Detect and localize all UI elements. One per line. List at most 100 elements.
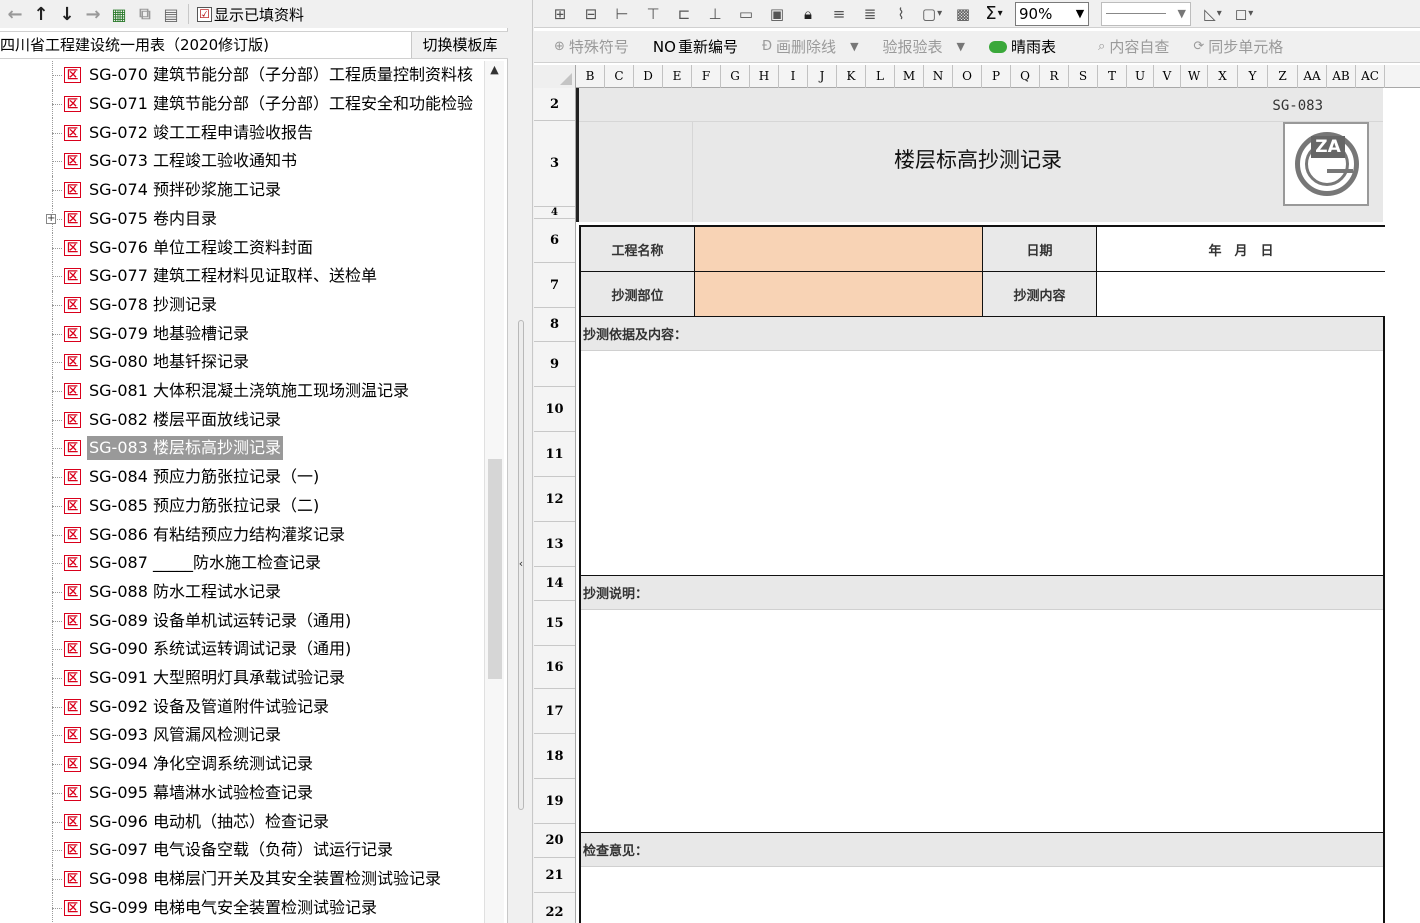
save-icon[interactable]: ▣: [765, 3, 789, 25]
tree-item[interactable]: 区 SG-087 _____防水施工检查记录: [0, 548, 484, 578]
row-header-cell[interactable]: 15: [534, 601, 575, 646]
tree-item[interactable]: 区 SG-077 建筑工程材料见证取样、送检单: [0, 261, 484, 291]
align-left-icon[interactable]: ⊏: [672, 3, 696, 25]
form-title[interactable]: 楼层标高抄测记录: [693, 144, 1263, 174]
image-icon[interactable]: ▢: [920, 3, 944, 25]
date-input[interactable]: 年 月 日: [1097, 227, 1385, 272]
tree-item[interactable]: 区 SG-082 楼层平面放线记录: [0, 405, 484, 435]
grid-add-icon[interactable]: ▦: [106, 2, 132, 26]
row-header-cell[interactable]: 20: [534, 824, 575, 858]
tree-item[interactable]: 区 SG-092 设备及管道附件试验记录: [0, 692, 484, 722]
row-header-cell[interactable]: 11: [534, 432, 575, 477]
tree-item[interactable]: 区 SG-089 设备单机试运转记录（通用): [0, 606, 484, 635]
border-box-icon[interactable]: ◻: [1232, 3, 1256, 25]
split-cells-icon[interactable]: ⊟: [579, 3, 603, 25]
column-header-cell[interactable]: J: [808, 65, 837, 88]
line-style-select[interactable]: ▼: [1101, 1, 1191, 26]
column-header-cell[interactable]: AA: [1298, 65, 1327, 88]
tree-item[interactable]: 区 SG-073 工程竣工验收通知书: [0, 147, 484, 176]
basis-input-area[interactable]: [581, 351, 1383, 576]
row-header-cell[interactable]: 6: [534, 219, 575, 263]
weather-table-button[interactable]: 晴雨表: [989, 36, 1056, 57]
row-header-cell[interactable]: 3: [534, 121, 575, 207]
column-header-cell[interactable]: D: [634, 65, 663, 88]
row-header-cell[interactable]: 9: [534, 342, 575, 387]
tree-item[interactable]: 区 SG-071 建筑节能分部（子分部）工程安全和功能检验: [0, 89, 484, 119]
tree-item[interactable]: 区 SG-083 楼层标高抄测记录: [0, 434, 484, 463]
tree-item[interactable]: 区 SG-079 地基验槽记录: [0, 319, 484, 348]
outdent-icon[interactable]: ≣: [858, 3, 882, 25]
survey-location-input[interactable]: [695, 272, 983, 317]
column-header-cell[interactable]: T: [1098, 65, 1127, 88]
column-header-cell[interactable]: N: [924, 65, 953, 88]
column-header-cell[interactable]: G: [721, 65, 750, 88]
column-header-cell[interactable]: P: [982, 65, 1011, 88]
chevron-down-icon[interactable]: ▼: [1072, 7, 1088, 20]
back-arrow-icon[interactable]: ←: [2, 2, 28, 26]
tree-item[interactable]: 区 SG-081 大体积混凝土浇筑施工现场测温记录: [0, 376, 484, 406]
content-check-button[interactable]: ⌕ 内容自查: [1098, 36, 1169, 57]
tree-item[interactable]: 区 SG-074 预拌砂浆施工记录: [0, 175, 484, 205]
column-header-cell[interactable]: Y: [1238, 65, 1268, 88]
merge-cells-icon[interactable]: ⊞: [548, 3, 572, 25]
tree-item[interactable]: 区 SG-072 竣工工程申请验收报告: [0, 118, 484, 148]
row-header-cell[interactable]: 13: [534, 522, 575, 567]
checkbox-icon[interactable]: ☑: [197, 6, 212, 22]
verify-table-button[interactable]: 验报验表 ▼: [883, 36, 965, 57]
tree-item[interactable]: 区 SG-091 大型照明灯具承载试验记录: [0, 663, 484, 693]
row-header-cell[interactable]: 16: [534, 646, 575, 689]
row-header-cell[interactable]: 17: [534, 689, 575, 734]
column-header-cell[interactable]: U: [1127, 65, 1154, 88]
column-header-cell[interactable]: AC: [1356, 65, 1385, 88]
border-diagonal-icon[interactable]: ◺: [1201, 3, 1225, 25]
scrollbar-thumb[interactable]: [488, 459, 502, 679]
chevron-down-icon[interactable]: ▼: [850, 40, 858, 53]
row-header-cell[interactable]: 10: [534, 387, 575, 432]
column-header-cell[interactable]: S: [1069, 65, 1098, 88]
zoom-select[interactable]: 90% ▼: [1015, 1, 1089, 26]
align-center-icon[interactable]: ⊥: [703, 3, 727, 25]
row-header-cell[interactable]: 4: [534, 207, 575, 219]
special-symbol-button[interactable]: ⊕ 特殊符号: [554, 36, 629, 57]
indent-icon[interactable]: ≡: [827, 3, 851, 25]
row-header-cell[interactable]: 8: [534, 308, 575, 342]
down-arrow-icon[interactable]: ↓: [54, 2, 80, 26]
collapse-left-icon[interactable]: ‹: [515, 556, 527, 572]
row-header-cell[interactable]: 21: [534, 858, 575, 893]
tree-item[interactable]: 区 SG-088 防水工程试水记录: [0, 577, 484, 607]
up-arrow-icon[interactable]: ↑: [28, 2, 54, 26]
sheet-icon[interactable]: ▤: [158, 2, 184, 26]
column-header-cell[interactable]: W: [1181, 65, 1208, 88]
renumber-button[interactable]: NO 重新编号: [653, 36, 738, 57]
tree-item[interactable]: 区 SG-098 电梯层门开关及其安全装置检测试验记录: [0, 864, 484, 894]
column-header-cell[interactable]: O: [953, 65, 982, 88]
forward-arrow-icon[interactable]: →: [80, 2, 106, 26]
column-header-cell[interactable]: Q: [1011, 65, 1040, 88]
show-filled-toggle[interactable]: ☑ 显示已填资料: [197, 4, 304, 25]
tree-item[interactable]: 区 SG-080 地基钎探记录: [0, 348, 484, 377]
chevron-down-icon[interactable]: ▼: [1178, 7, 1186, 20]
notes-input-area[interactable]: [581, 610, 1383, 833]
row-header-cell[interactable]: 18: [534, 734, 575, 779]
column-header-cell[interactable]: H: [750, 65, 779, 88]
column-header-cell[interactable]: Z: [1268, 65, 1298, 88]
row-header-cell[interactable]: 14: [534, 567, 575, 601]
tree-item[interactable]: 区 SG-097 电气设备空载（负荷）试运行记录: [0, 835, 484, 865]
tree-scrollbar[interactable]: ▲: [484, 61, 504, 923]
sync-cells-button[interactable]: ⟳ 同步单元格: [1193, 36, 1283, 57]
column-header-cell[interactable]: E: [663, 65, 692, 88]
row-header-cell[interactable]: 7: [534, 263, 575, 308]
form-code[interactable]: SG-083: [1272, 98, 1323, 114]
column-header-cell[interactable]: R: [1040, 65, 1069, 88]
column-header-cell[interactable]: F: [692, 65, 721, 88]
tree-item[interactable]: 区 SG-086 有粘结预应力结构灌浆记录: [0, 520, 484, 549]
survey-content-input[interactable]: [1097, 272, 1385, 317]
column-header-cell[interactable]: I: [779, 65, 808, 88]
lock-icon[interactable]: 🔒︎: [796, 3, 820, 25]
review-input-area[interactable]: [581, 867, 1383, 923]
strikethrough-button[interactable]: Ð 画删除线 ▼: [762, 36, 859, 57]
column-header-cell[interactable]: AB: [1327, 65, 1356, 88]
copy-icon[interactable]: ⧉: [132, 2, 158, 26]
column-header-cell[interactable]: X: [1208, 65, 1238, 88]
insert-row-icon[interactable]: ⊤: [641, 3, 665, 25]
